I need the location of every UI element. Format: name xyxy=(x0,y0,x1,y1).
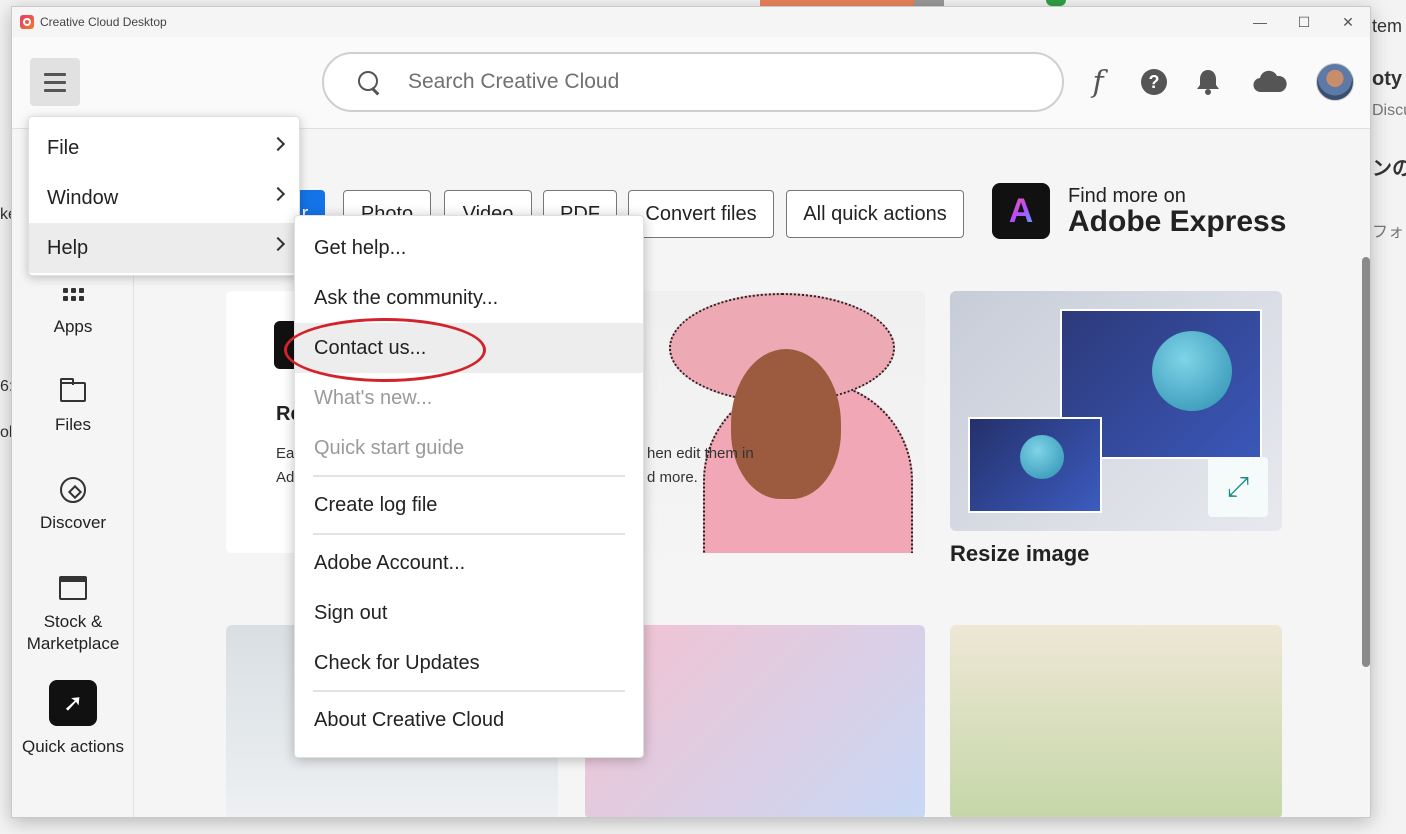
background-text: oty xyxy=(1372,68,1402,90)
chevron-right-icon xyxy=(270,136,286,152)
help-item-get-help[interactable]: Get help... xyxy=(295,223,643,273)
window-title: Creative Cloud Desktop xyxy=(40,15,167,29)
help-submenu: Get help... Ask the community... Contact… xyxy=(294,215,644,758)
card-description: hen edit them in xyxy=(647,445,754,462)
creative-cloud-logo-icon xyxy=(20,15,34,29)
resize-preview-small xyxy=(968,417,1102,513)
rocket-icon: ➚ xyxy=(49,680,97,726)
sidebar-item-label: Discover xyxy=(39,513,107,532)
sidebar-item-stock[interactable]: Stock & Marketplace xyxy=(12,573,134,655)
quick-action-card[interactable] xyxy=(950,625,1282,817)
background-text: フォ xyxy=(1372,224,1405,241)
search-input[interactable]: Search Creative Cloud xyxy=(408,70,619,94)
chevron-right-icon xyxy=(270,236,286,252)
remove-background-image[interactable]: hen edit them in d more. xyxy=(643,291,925,553)
help-glyph: ? xyxy=(1141,69,1167,95)
sidebar-item-apps[interactable]: Apps xyxy=(12,279,134,337)
sidebar-item-label: Apps xyxy=(53,317,93,336)
bell-icon[interactable] xyxy=(1195,65,1221,99)
app-menu: File Window Help xyxy=(28,116,300,276)
menu-divider xyxy=(313,475,625,477)
help-item-ask-community[interactable]: Ask the community... xyxy=(295,273,643,323)
search-bar[interactable]: Search Creative Cloud xyxy=(322,52,1064,112)
help-item-contact-us[interactable]: Contact us... xyxy=(295,323,643,373)
resize-image-card[interactable]: ⤢ xyxy=(950,291,1282,531)
menu-item-help[interactable]: Help xyxy=(29,223,299,273)
help-item-whats-new: What's new... xyxy=(314,386,433,409)
background-text: ンの xyxy=(1372,158,1406,180)
menu-divider xyxy=(313,690,625,692)
scrollbar[interactable] xyxy=(1362,257,1370,667)
sidebar-item-files[interactable]: Files xyxy=(12,377,134,435)
sidebar-item-label: Quick actions xyxy=(21,737,125,756)
help-item-quick-start-guide: Quick start guide xyxy=(314,436,465,459)
compass-icon xyxy=(60,477,86,503)
filter-chip-all-quick-actions[interactable]: All quick actions xyxy=(786,190,964,238)
folder-icon xyxy=(60,378,86,402)
hamburger-menu-button[interactable] xyxy=(30,58,80,106)
card-description: d more. xyxy=(647,469,698,486)
menu-divider xyxy=(313,533,625,535)
help-item-about[interactable]: About Creative Cloud xyxy=(295,695,643,745)
help-item-sign-out[interactable]: Sign out xyxy=(295,588,643,638)
chevron-right-icon xyxy=(270,186,286,202)
avatar[interactable] xyxy=(1316,63,1354,101)
adobe-express-logo-icon[interactable]: A xyxy=(992,183,1050,239)
resize-image-icon: ⤢ xyxy=(1208,457,1268,517)
menu-item-file[interactable]: File xyxy=(29,123,299,173)
apps-grid-icon xyxy=(62,287,84,301)
express-promo-line2[interactable]: Adobe Express xyxy=(1068,205,1286,239)
sidebar-item-quick-actions[interactable]: ➚ Quick actions xyxy=(12,680,134,757)
help-item-create-log-file[interactable]: Create log file xyxy=(295,480,643,530)
window-controls: — ☐ ✕ xyxy=(1238,7,1370,37)
cloud-icon[interactable] xyxy=(1252,65,1288,99)
filter-chip-convert-files[interactable]: Convert files xyxy=(628,190,774,238)
sidebar-item-discover[interactable]: Discover xyxy=(12,475,134,533)
title-bar: Creative Cloud Desktop — ☐ ✕ xyxy=(12,7,1370,37)
resize-image-title[interactable]: Resize image xyxy=(950,541,1089,567)
card-description: Ad xyxy=(276,469,295,486)
sidebar-item-label: Stock & Marketplace xyxy=(26,612,120,653)
search-icon xyxy=(358,71,380,93)
minimize-button[interactable]: — xyxy=(1238,7,1282,37)
maximize-button[interactable]: ☐ xyxy=(1282,7,1326,37)
background-text: Discus xyxy=(1372,102,1406,119)
menu-item-window[interactable]: Window xyxy=(29,173,299,223)
help-item-adobe-account[interactable]: Adobe Account... xyxy=(295,538,643,588)
help-item-check-updates[interactable]: Check for Updates xyxy=(295,638,643,688)
sidebar-item-label: Files xyxy=(55,415,91,434)
help-icon[interactable]: ? xyxy=(1140,65,1168,99)
storefront-icon xyxy=(59,576,87,600)
close-button[interactable]: ✕ xyxy=(1326,7,1370,37)
fonts-icon[interactable]: f xyxy=(1086,65,1110,100)
background-text: tem ( xyxy=(1372,16,1406,36)
